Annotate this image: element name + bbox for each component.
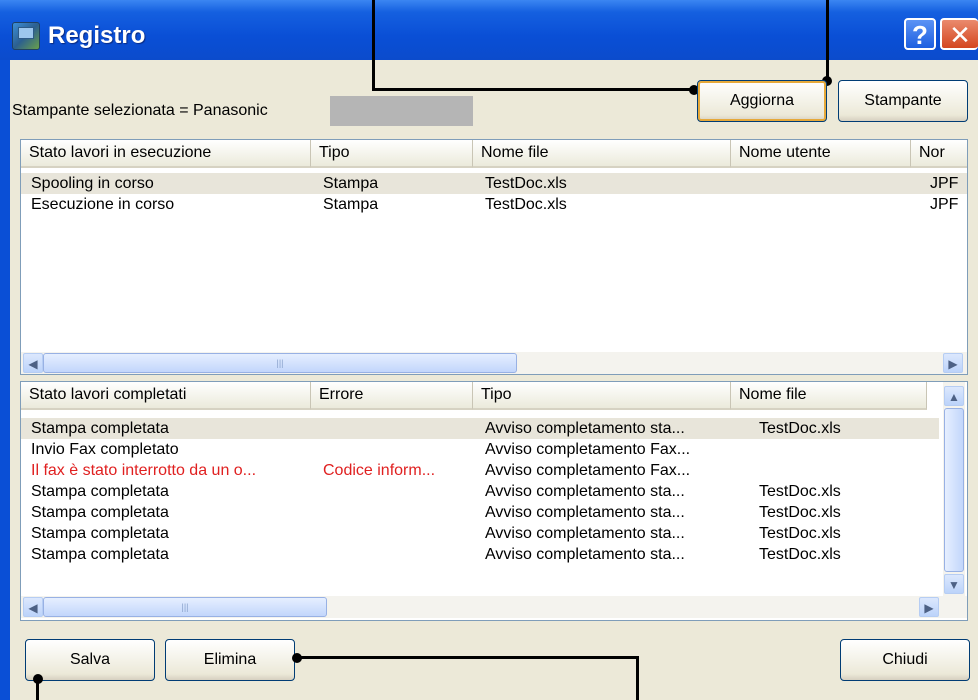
cell-type: Avviso completamento sta... [485, 504, 685, 521]
list-item[interactable]: Stampa completata Avviso completamento s… [21, 502, 939, 523]
cell-type: Avviso completamento sta... [485, 420, 685, 437]
help-button[interactable]: ? [904, 18, 936, 50]
column-header-running-status[interactable]: Stato lavori in esecuzione [21, 140, 311, 168]
cell-file-name: TestDoc.xls [759, 525, 841, 542]
cell-status: Invio Fax completato [31, 441, 179, 458]
cell-status: Stampa completata [31, 420, 169, 437]
scroll-right-icon[interactable]: ▶ [943, 353, 963, 373]
cell-type: Avviso completamento Fax... [485, 462, 691, 479]
completed-jobs-list[interactable]: Stato lavori completati Errore Tipo Nome… [20, 381, 968, 621]
cell-status: Stampa completata [31, 525, 169, 542]
callout-line [636, 656, 639, 700]
column-header-file-name[interactable]: Nome file [731, 382, 927, 410]
window-title: Registro [48, 22, 146, 49]
cell-status: Spooling in corso [31, 175, 154, 192]
callout-line [826, 0, 829, 80]
completed-horizontal-scrollbar[interactable]: ◀ ||| ▶ [21, 596, 967, 618]
cell-file-name: TestDoc.xls [485, 175, 567, 192]
scroll-thumb[interactable]: ||| [43, 597, 327, 617]
column-header-error[interactable]: Errore [311, 382, 473, 410]
cell-type: Avviso completamento sta... [485, 483, 685, 500]
cell-status: Il fax è stato interrotto da un o... [31, 462, 257, 479]
scroll-thumb[interactable] [944, 408, 964, 572]
selected-printer-label: Stampante selezionata = Panasonic [12, 102, 268, 119]
column-header-file-name[interactable]: Nome file [473, 140, 731, 168]
cell-name: JPF [930, 196, 959, 213]
save-button[interactable]: Salva [25, 639, 155, 681]
cell-status: Stampa completata [31, 546, 169, 563]
cell-error: Codice inform... [323, 462, 436, 479]
cell-type: Stampa [323, 175, 379, 192]
cell-type: Avviso completamento sta... [485, 546, 685, 563]
cell-type: Avviso completamento Fax... [485, 441, 691, 458]
refresh-button[interactable]: Aggiorna [697, 80, 827, 122]
callout-line [36, 676, 39, 700]
scroll-up-icon[interactable]: ▲ [944, 386, 964, 406]
callout-line [372, 0, 375, 91]
cell-status: Stampa completata [31, 504, 169, 521]
cell-file-name: TestDoc.xls [485, 196, 567, 213]
close-button[interactable]: Chiudi [840, 639, 970, 681]
cell-status: Esecuzione in corso [31, 196, 175, 213]
scroll-left-icon[interactable]: ◀ [23, 353, 43, 373]
column-header-completed-status[interactable]: Stato lavori completati [21, 382, 311, 410]
close-window-button[interactable]: ✕ [940, 18, 978, 50]
cell-file-name: TestDoc.xls [759, 504, 841, 521]
title-bar[interactable]: Registro ? ✕ [0, 0, 978, 60]
cell-type: Avviso completamento sta... [485, 525, 685, 542]
scroll-thumb[interactable]: ||| [43, 353, 517, 373]
delete-button[interactable]: Elimina [165, 639, 295, 681]
cell-name: JPF [930, 175, 959, 192]
list-item[interactable]: Il fax è stato interrotto da un o... Cod… [21, 460, 939, 481]
list-item[interactable]: Spooling in corso Stampa TestDoc.xls JPF [21, 173, 967, 194]
cell-type: Stampa [323, 196, 379, 213]
scroll-down-icon[interactable]: ▼ [944, 574, 964, 594]
redacted-printer-model [330, 96, 473, 126]
running-jobs-list[interactable]: Stato lavori in esecuzione Tipo Nome fil… [20, 139, 968, 375]
column-header-type[interactable]: Tipo [473, 382, 731, 410]
column-header-type[interactable]: Tipo [311, 140, 473, 168]
cell-file-name: TestDoc.xls [759, 483, 841, 500]
running-horizontal-scrollbar[interactable]: ◀ ||| ▶ [21, 352, 967, 374]
printer-button[interactable]: Stampante [838, 80, 968, 122]
list-item[interactable]: Stampa completata Avviso completamento s… [21, 418, 939, 439]
callout-line [372, 88, 694, 91]
list-item[interactable]: Stampa completata Avviso completamento s… [21, 523, 939, 544]
cell-file-name: TestDoc.xls [759, 546, 841, 563]
list-item[interactable]: Invio Fax completato Avviso completament… [21, 439, 939, 460]
column-header-user-name[interactable]: Nome utente [731, 140, 911, 168]
scroll-left-icon[interactable]: ◀ [23, 597, 43, 617]
cell-file-name: TestDoc.xls [759, 420, 841, 437]
app-icon [12, 22, 40, 50]
list-item[interactable]: Stampa completata Avviso completamento s… [21, 544, 939, 565]
scroll-right-icon[interactable]: ▶ [919, 597, 939, 617]
cell-status: Stampa completata [31, 483, 169, 500]
list-item[interactable]: Esecuzione in corso Stampa TestDoc.xls J… [21, 194, 967, 215]
column-header-name-truncated[interactable]: Nor [911, 140, 967, 168]
completed-vertical-scrollbar[interactable]: ▲ ▼ [943, 382, 965, 596]
callout-line [297, 656, 639, 659]
list-item[interactable]: Stampa completata Avviso completamento s… [21, 481, 939, 502]
